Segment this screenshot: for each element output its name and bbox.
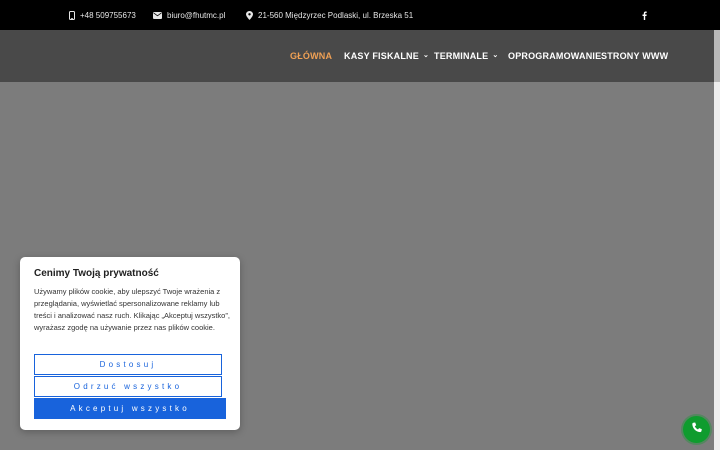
nav-item-oprogramowanie[interactable]: OPROGRAMOWANIE bbox=[508, 30, 601, 82]
envelope-icon bbox=[153, 11, 162, 19]
scrollbar-thumb[interactable] bbox=[714, 30, 720, 82]
chevron-down-icon: ⌄ bbox=[492, 52, 499, 59]
phone-icon bbox=[691, 421, 703, 439]
reject-all-button[interactable]: Odrzuć wszystko bbox=[34, 376, 222, 397]
nav-item-label: TERMINALE bbox=[434, 51, 489, 61]
map-marker-icon bbox=[246, 10, 253, 20]
nav-item-glowna[interactable]: GŁÓWNA bbox=[290, 30, 332, 82]
nav-item-label: GŁÓWNA bbox=[290, 51, 333, 61]
main-navigation: GŁÓWNA KASY FISKALNE ⌄ TERMINALE ⌄ OPROG… bbox=[0, 30, 714, 82]
facebook-link[interactable] bbox=[642, 0, 647, 30]
scrollbar[interactable] bbox=[714, 30, 720, 450]
customize-button[interactable]: Dostosuj bbox=[34, 354, 222, 375]
nav-item-strony-www[interactable]: STRONY WWW bbox=[601, 30, 668, 82]
topbar-email-text: biuro@fhutmc.pl bbox=[167, 10, 226, 20]
topbar-phone-text: +48 509755673 bbox=[80, 10, 136, 20]
call-button[interactable] bbox=[683, 416, 710, 443]
cookie-text: Używamy plików cookie, aby ulepszyć Twoj… bbox=[34, 287, 230, 332]
topbar-address: 21-560 Międzyrzec Podlaski, ul. Brzeska … bbox=[246, 0, 413, 30]
nav-item-label: KASY FISKALNE bbox=[344, 51, 419, 61]
cookie-title: Cenimy Twoją prywatność bbox=[34, 268, 159, 279]
top-info-bar: +48 509755673 biuro@fhutmc.pl 21-560 Mię… bbox=[0, 0, 720, 30]
facebook-icon bbox=[642, 11, 647, 20]
nav-item-label: STRONY WWW bbox=[601, 51, 669, 61]
nav-item-kasy-fiskalne[interactable]: KASY FISKALNE ⌄ bbox=[344, 30, 429, 82]
topbar-phone[interactable]: +48 509755673 bbox=[69, 0, 136, 30]
mobile-phone-icon bbox=[69, 10, 75, 20]
topbar-email[interactable]: biuro@fhutmc.pl bbox=[153, 0, 225, 30]
nav-item-label: OPROGRAMOWANIE bbox=[508, 51, 602, 61]
topbar-address-text: 21-560 Międzyrzec Podlaski, ul. Brzeska … bbox=[258, 10, 414, 20]
nav-item-terminale[interactable]: TERMINALE ⌄ bbox=[434, 30, 498, 82]
accept-all-button[interactable]: Akceptuj wszystko bbox=[34, 398, 226, 419]
cookie-consent-dialog: Cenimy Twoją prywatność Używamy plików c… bbox=[20, 257, 240, 430]
chevron-down-icon: ⌄ bbox=[422, 52, 430, 59]
